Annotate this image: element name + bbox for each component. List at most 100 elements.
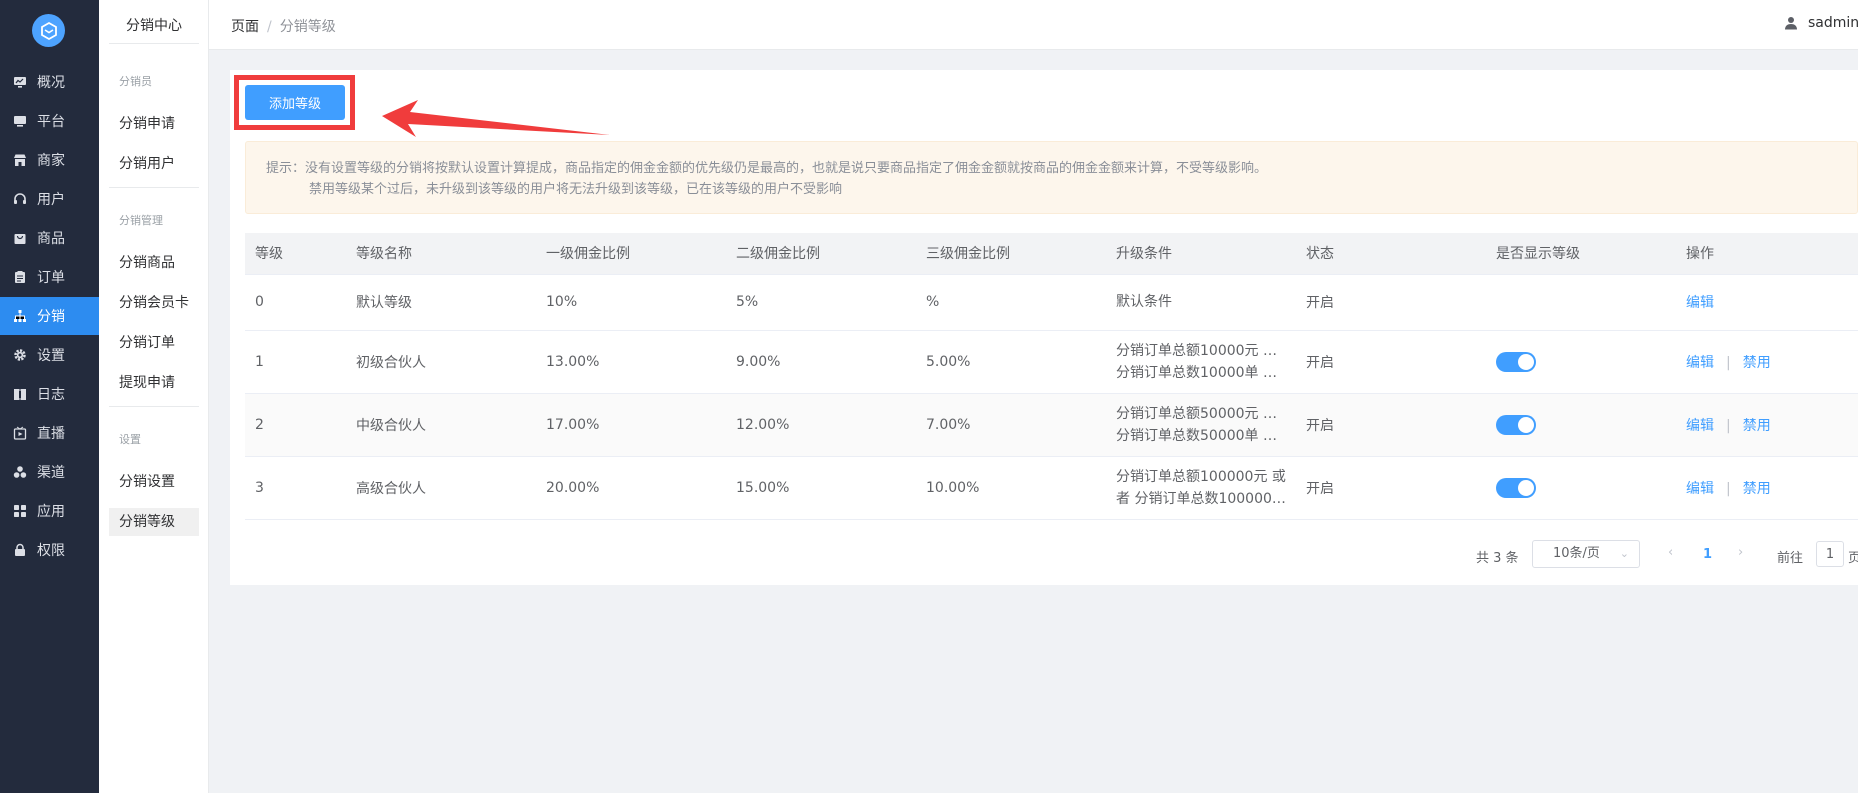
disable-link[interactable]: 禁用 [1743,418,1771,434]
main-sidebar: 概况平台商家 用户 商品订单分销设置日志 直播渠道应用 权限 [0,0,99,793]
cell-level: 1 [245,330,346,394]
tip-alert: 提示：没有设置等级的分销将按默认设置计算提成，商品指定的佣金金额的优先级仍是最高… [245,141,1858,214]
page-jump-input[interactable] [1816,541,1844,567]
condition-line: 默认条件 [1116,294,1172,310]
sidebar-item-1[interactable]: 平台 [0,102,99,140]
sidebar-item-6[interactable]: 分销 [0,297,99,335]
sub-item-orders[interactable]: 分销订单 [109,329,199,357]
column-header: 等级名称 [346,233,536,275]
next-page-button[interactable]: › [1738,545,1743,560]
cell-rate-2: 9.00% [726,330,916,394]
cell-rate-1: 17.00% [536,393,726,457]
sub-item-apply[interactable]: 分销申请 [109,110,199,138]
cell-show-level [1486,274,1676,331]
page-number-current[interactable]: 1 [1703,547,1712,562]
sidebar-item-2[interactable]: 商家 [0,141,99,179]
sub-group-settings: 设置 [119,433,141,446]
show-level-toggle[interactable] [1496,351,1536,372]
page-unit-label: 页 [1848,551,1858,566]
headset-icon [13,192,27,206]
apps-icon [13,504,27,518]
sidebar-item-5[interactable]: 订单 [0,258,99,296]
cell-show-level [1486,456,1676,520]
tip-line-2: 禁用等级某个过后，未升级到该等级的用户将无法升级到该等级，已在该等级的用户不受影… [309,182,843,197]
edit-link[interactable]: 编辑 [1686,295,1714,311]
cell-rate-3: % [916,274,1106,331]
show-level-toggle[interactable] [1496,477,1536,498]
sidebar-item-label: 分销 [37,309,65,325]
table-row: 0 默认等级 10% 5%% 默认条件 开启 编辑 [245,274,1858,331]
sidebar-item-7[interactable]: 设置 [0,336,99,374]
cell-condition: 分销订单总额50000元 或者 分销订单总数50000单 或… [1106,393,1296,457]
toggle-knob [1518,416,1534,433]
page-size-select[interactable]: 10条/页 ⌄ [1532,540,1640,568]
cell-rate-2: 15.00% [726,456,916,520]
sub-group-management: 分销管理 [119,214,163,227]
user-menu[interactable]: sadmin [1784,15,1858,31]
show-level-toggle[interactable] [1496,414,1536,435]
sub-item-settings[interactable]: 分销设置 [109,468,199,496]
cell-level: 2 [245,393,346,457]
sidebar-item-10[interactable]: 渠道 [0,453,99,491]
edit-link[interactable]: 编辑 [1686,418,1714,434]
disable-link[interactable]: 禁用 [1743,481,1771,497]
goto-label: 前往 [1777,551,1804,566]
cell-condition: 分销订单总额10000元 或者 分销订单总数10000单 或… [1106,330,1296,394]
cell-actions: 编辑 | 禁用 [1676,456,1858,520]
sidebar-item-3[interactable]: 用户 [0,180,99,218]
condition-line: 分销订单总额100000元 或 [1116,468,1286,485]
cell-level: 3 [245,456,346,520]
cell-status: 开启 [1296,456,1486,520]
condition-line: 者 分销订单总数100000… [1116,490,1286,507]
breadcrumb-root[interactable]: 页面 [231,19,259,35]
sidebar-item-8[interactable]: 日志 [0,375,99,413]
cell-level: 0 [245,274,346,331]
prev-page-button[interactable]: ‹ [1668,545,1673,560]
disable-link[interactable]: 禁用 [1743,355,1771,371]
sidebar-item-4[interactable]: 商品 [0,219,99,257]
column-header: 二级佣金比例 [726,233,916,275]
sub-item-levels[interactable]: 分销等级 [109,508,199,536]
sub-item-users[interactable]: 分销用户 [109,150,199,178]
tip-line-1: 提示：没有设置等级的分销将按默认设置计算提成，商品指定的佣金金额的优先级仍是最高… [266,161,1268,176]
cell-rate-1: 10% [536,274,726,331]
sub-item-member-card[interactable]: 分销会员卡 [109,289,199,317]
sub-item-goods[interactable]: 分销商品 [109,249,199,277]
logo-icon[interactable] [32,14,65,47]
condition-line: 分销订单总数50000单 或… [1116,427,1286,444]
sidebar-item-label: 订单 [37,270,65,286]
divider [109,406,199,407]
edit-link[interactable]: 编辑 [1686,355,1714,371]
sub-item-withdraw[interactable]: 提现申请 [109,369,199,397]
sidebar-item-label: 渠道 [37,465,65,481]
sidebar-item-12[interactable]: 权限 [0,531,99,569]
edit-link[interactable]: 编辑 [1686,481,1714,497]
table-row: 2 中级合伙人 17.00% 12.00% 7.00% 分销订单总额50000元 或者 分销… [245,393,1858,457]
cell-actions: 编辑 [1676,274,1858,331]
cell-name: 默认等级 [346,274,536,331]
top-header: 页面 / 分销等级 sadmin [209,0,1858,50]
page-size-value: 10条/页 [1553,546,1600,561]
cell-status: 开启 [1296,393,1486,457]
cell-rate-3: 5.00% [916,330,1106,394]
sidebar-item-label: 概况 [37,75,65,91]
column-header: 三级佣金比例 [916,233,1106,275]
cell-rate-1: 20.00% [536,456,726,520]
cell-condition: 分销订单总额100000元 或者 分销订单总数100000… [1106,456,1296,520]
cell-actions: 编辑 | 禁用 [1676,393,1858,457]
sidebar-item-9[interactable]: 直播 [0,414,99,452]
sidebar-item-11[interactable]: 应用 [0,492,99,530]
cell-status: 开启 [1296,274,1486,331]
cell-show-level [1486,393,1676,457]
column-header: 是否显示等级 [1486,233,1676,275]
add-level-button[interactable]: 添加等级 [245,85,345,120]
clipboard-icon [13,270,27,284]
sub-group-distributor: 分销员 [119,75,152,88]
sidebar-item-label: 平台 [37,114,65,130]
content-card: 添加等级 提示：没有设置等级的分销将按默认设置计算提成，商品指定的佣金金额的优先… [230,70,1858,585]
sidebar-item-0[interactable]: 概况 [0,63,99,101]
sidebar-item-label: 设置 [37,348,65,364]
condition-line: 分销订单总额50000元 或者 [1116,405,1286,422]
cell-name: 中级合伙人 [346,393,536,457]
cell-show-level [1486,330,1676,394]
